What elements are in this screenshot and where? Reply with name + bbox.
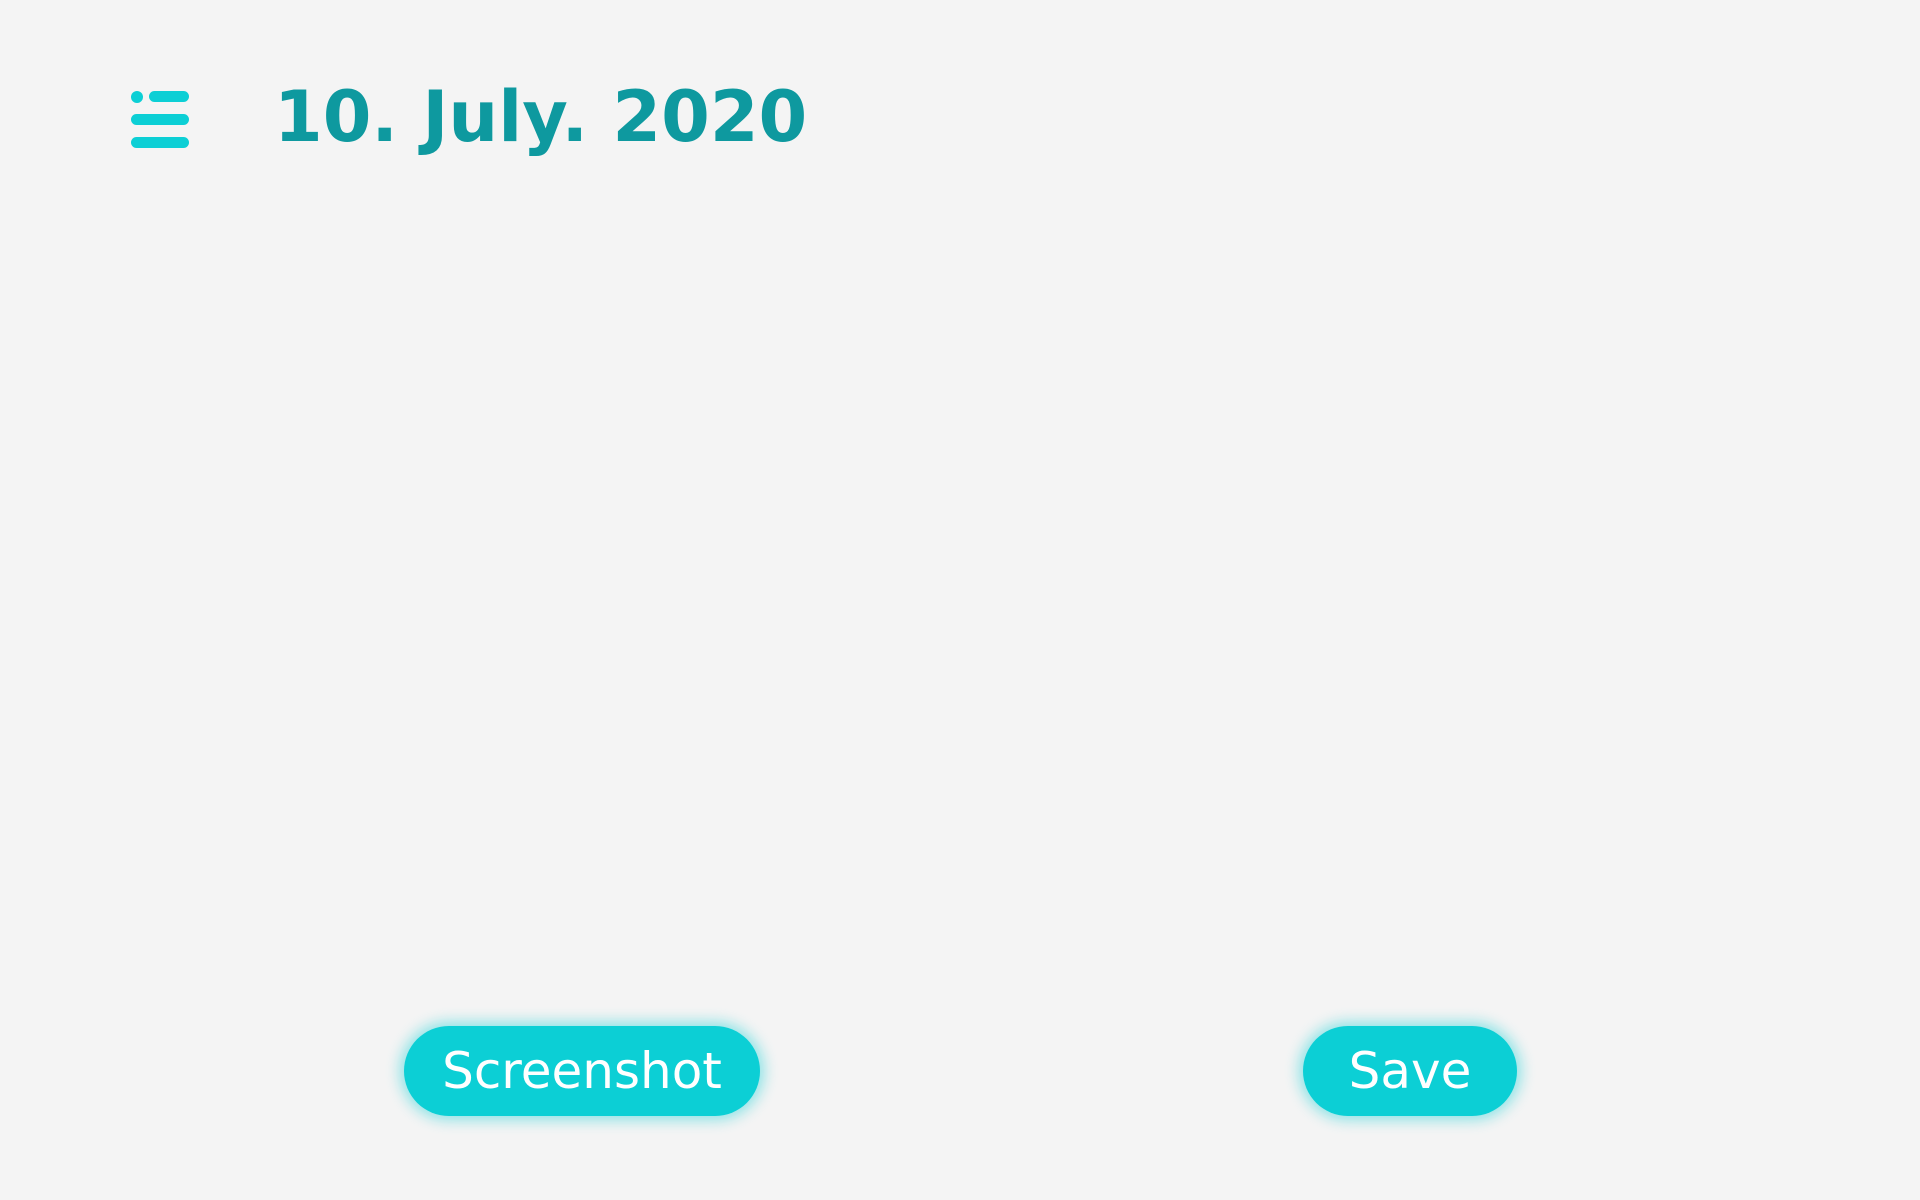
date-title: 10. July. 2020 — [274, 76, 808, 158]
screenshot-button[interactable]: Screenshot — [404, 1026, 760, 1116]
drawing-canvas[interactable] — [0, 190, 1920, 990]
save-button[interactable]: Save — [1303, 1026, 1517, 1116]
app-root: 10. July. 2020 Screenshot Save — [0, 0, 1920, 1200]
hamburger-menu-icon — [131, 91, 189, 148]
menu-button[interactable] — [128, 88, 192, 154]
